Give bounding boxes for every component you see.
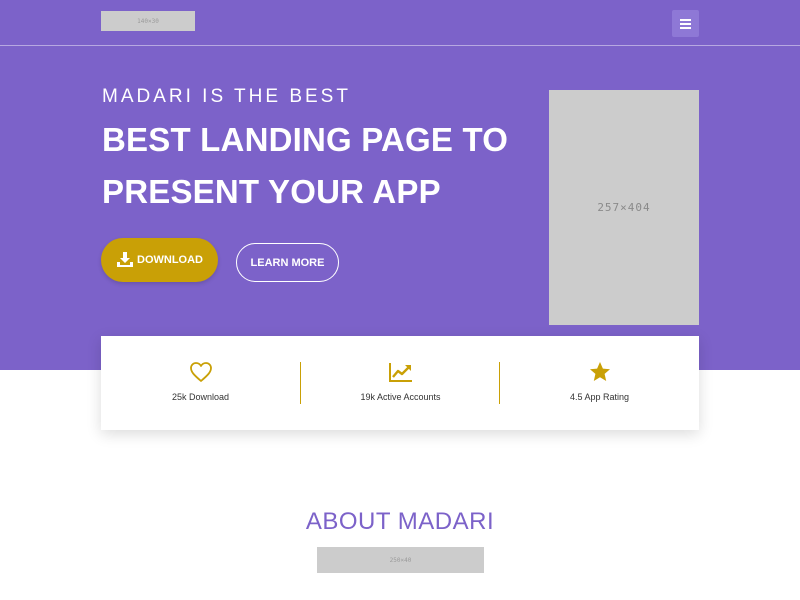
download-button[interactable]: DOWNLOAD bbox=[101, 238, 218, 282]
about-section-title: ABOUT MADARI bbox=[305, 508, 495, 535]
stats-card: 25k Download 19k Active Accounts 4.5 App… bbox=[101, 336, 699, 430]
download-tray-icon bbox=[117, 252, 133, 267]
learn-more-button-label: LEARN MORE bbox=[250, 256, 325, 269]
stat-active-accounts: 19k Active Accounts bbox=[301, 336, 500, 430]
download-button-label: DOWNLOAD bbox=[137, 254, 203, 266]
hero-eyebrow: MADARI IS THE BEST bbox=[102, 86, 351, 107]
hero-headline-line: PRESENT YOUR APP bbox=[102, 173, 441, 210]
hero-headline: BEST LANDING PAGE TO PRESENT YOUR APP bbox=[102, 114, 508, 218]
stat-app-rating: 4.5 App Rating bbox=[500, 336, 699, 430]
trending-up-icon bbox=[388, 360, 414, 384]
logo-placeholder[interactable]: 140×30 bbox=[101, 11, 195, 31]
stat-label: 19k Active Accounts bbox=[360, 392, 441, 402]
star-icon bbox=[587, 360, 613, 384]
menu-toggle-button[interactable] bbox=[672, 10, 699, 37]
hero-section: 140×30 MADARI IS THE BEST BEST LANDING P… bbox=[0, 0, 800, 370]
hero-headline-line: BEST LANDING PAGE TO bbox=[102, 121, 509, 158]
stat-downloads: 25k Download bbox=[101, 336, 300, 430]
stat-label: 25k Download bbox=[171, 392, 230, 402]
stat-label: 4.5 App Rating bbox=[569, 392, 630, 402]
hamburger-icon bbox=[680, 22, 691, 25]
heart-icon bbox=[188, 360, 214, 384]
hamburger-icon bbox=[680, 26, 691, 29]
learn-more-button[interactable]: LEARN MORE bbox=[236, 243, 339, 282]
top-navbar: 140×30 bbox=[0, 0, 800, 46]
hamburger-icon bbox=[680, 18, 691, 21]
phone-image-placeholder: 257×404 bbox=[549, 90, 699, 325]
about-image-placeholder: 250×40 bbox=[317, 547, 484, 573]
